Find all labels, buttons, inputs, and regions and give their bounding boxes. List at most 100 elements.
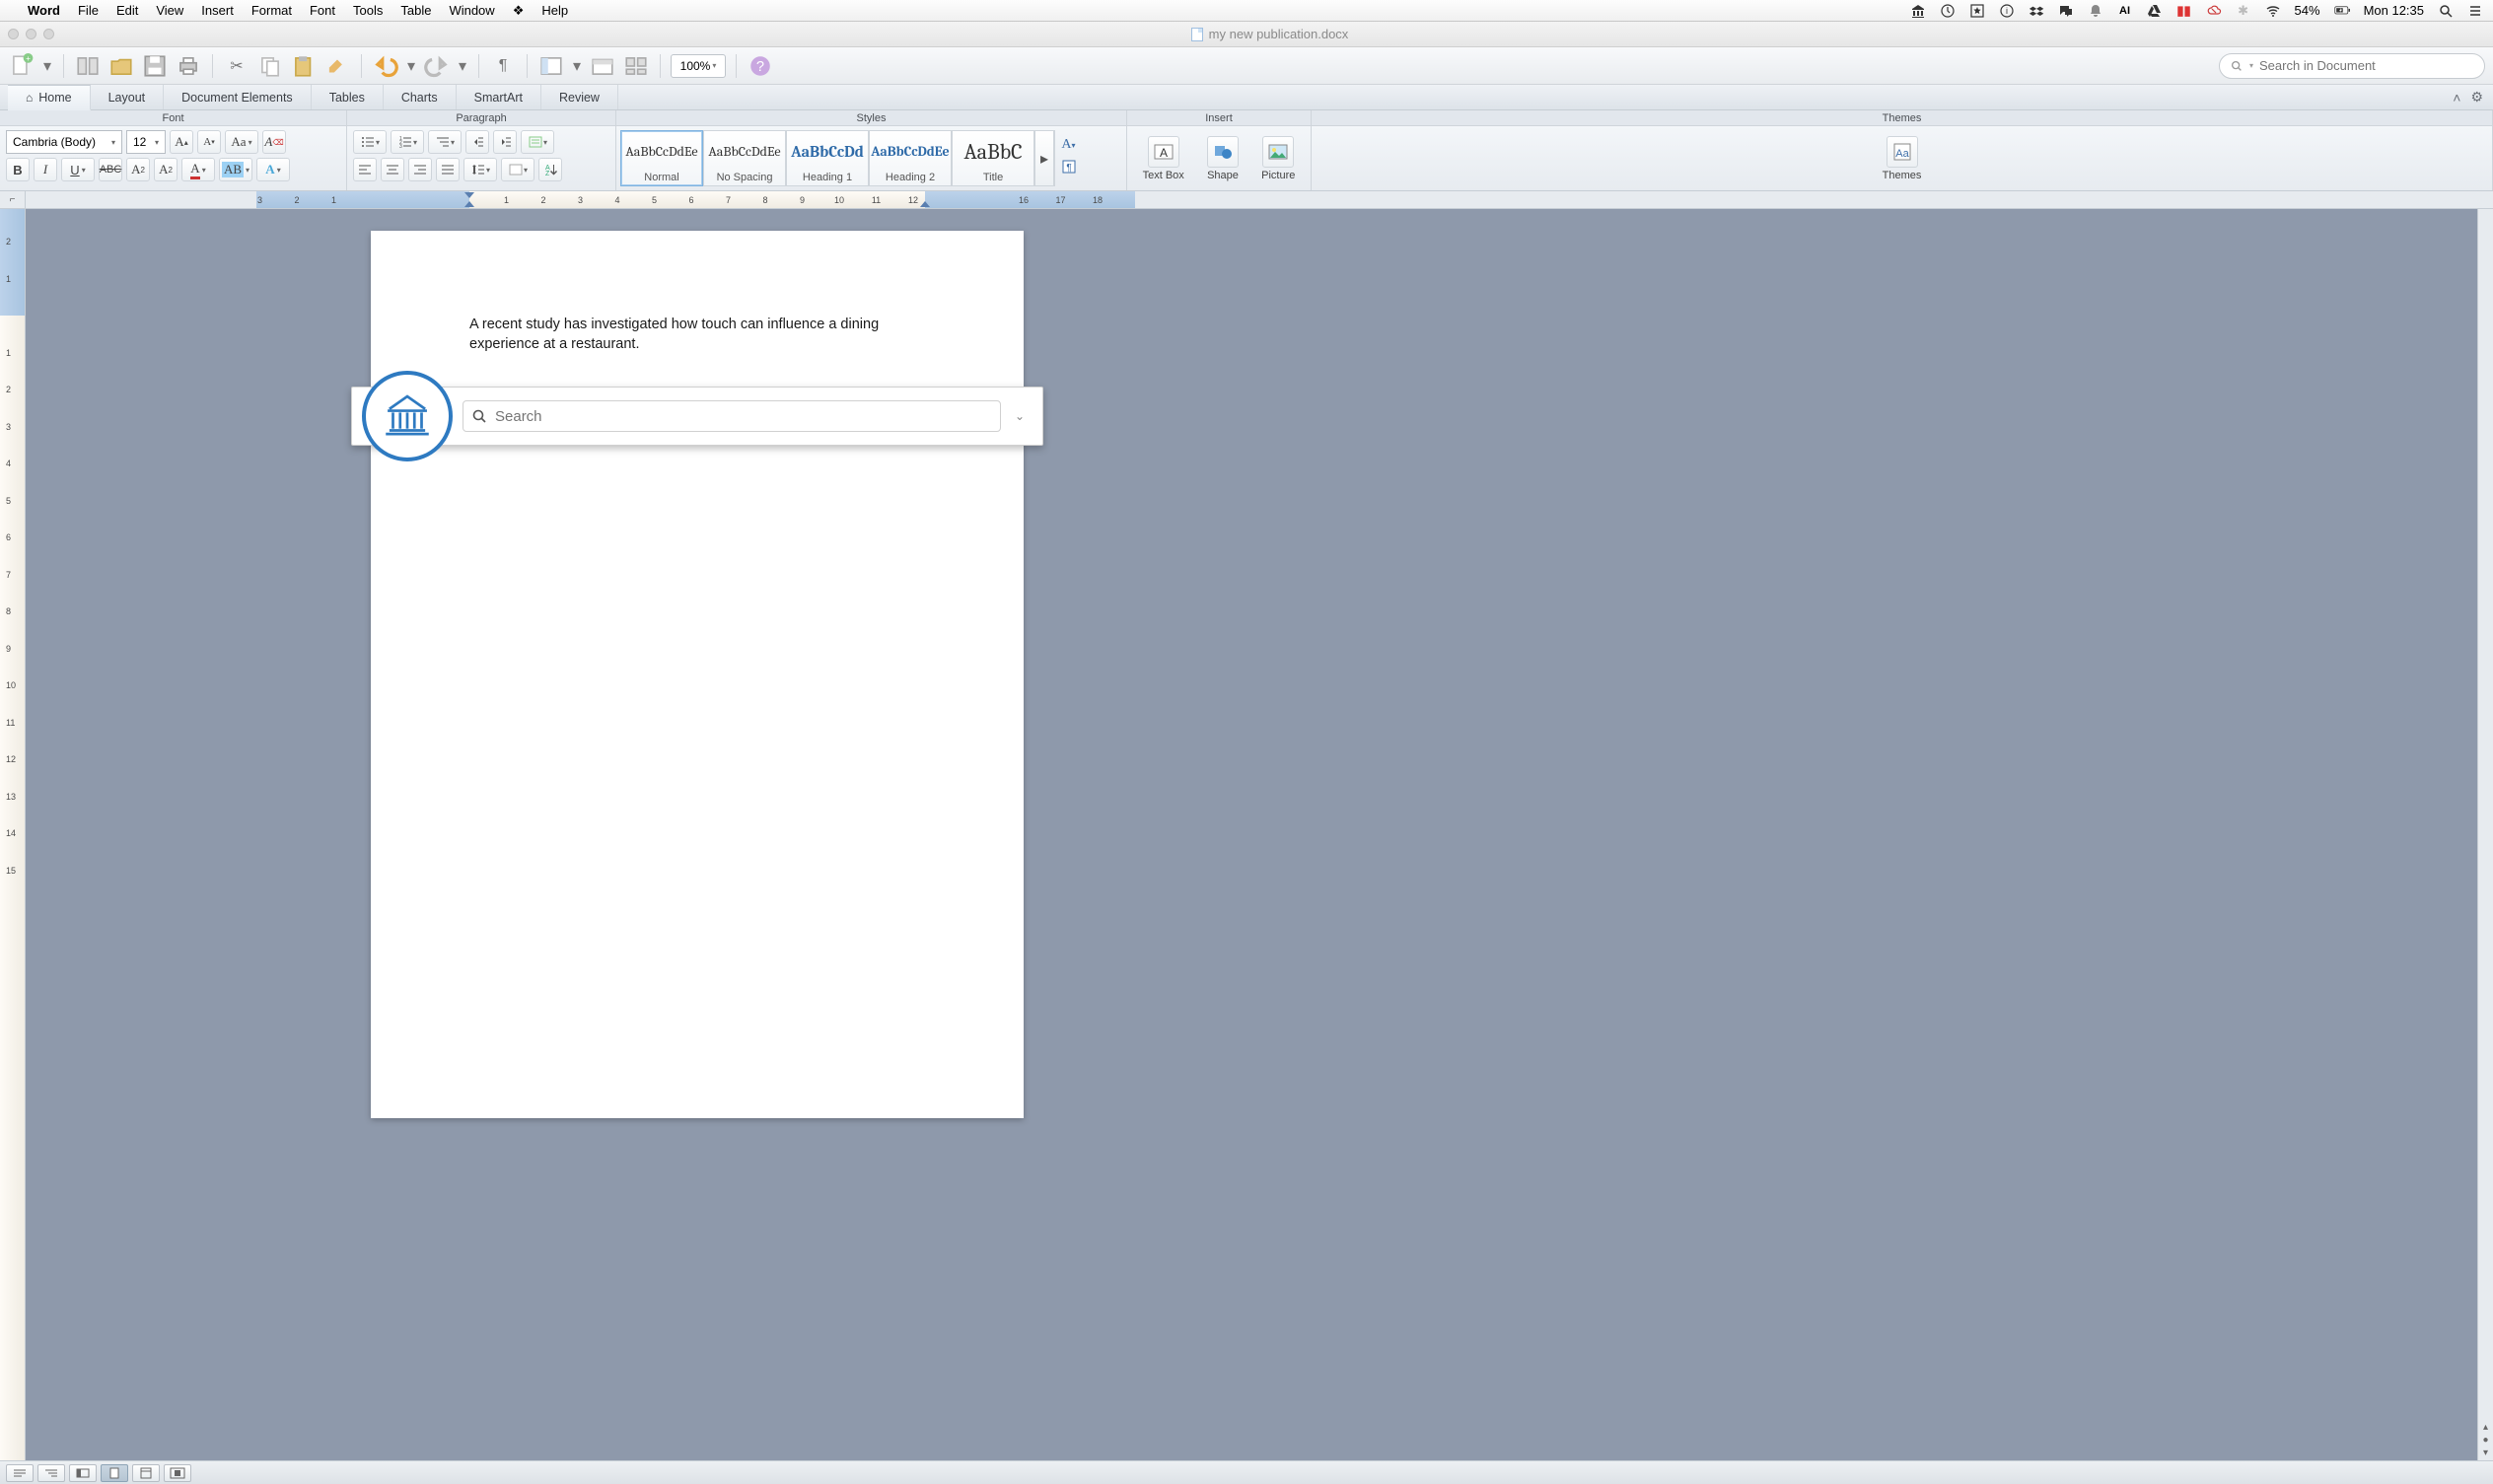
help-button[interactable]: ? (747, 52, 774, 80)
zoom-level[interactable]: 100%▾ (671, 54, 726, 78)
grow-font-button[interactable]: A▴ (170, 130, 193, 154)
cut-button[interactable]: ✂ (223, 52, 250, 80)
menubar-adobe-icon[interactable]: A‌I (2117, 3, 2133, 19)
style-no-spacing[interactable]: AaBbCcDdEeNo Spacing (703, 130, 786, 186)
view-outline-button[interactable] (37, 1464, 65, 1482)
change-case-button[interactable]: Aa▾ (225, 130, 258, 154)
ribbon-tab-review[interactable]: Review (541, 85, 618, 109)
style-normal[interactable]: AaBbCcDdEeNormal (620, 130, 703, 186)
menu-window[interactable]: Window (449, 3, 494, 18)
align-left-button[interactable] (353, 158, 377, 181)
media-browser-button[interactable] (622, 52, 650, 80)
tab-selector[interactable]: ⌐ (0, 191, 26, 208)
subscript-button[interactable]: A2 (154, 158, 178, 181)
highlight-button[interactable]: AB▾ (219, 158, 252, 181)
search-document-input[interactable] (2259, 58, 2474, 73)
menu-tools[interactable]: Tools (353, 3, 383, 18)
menubar-bluetooth-icon[interactable]: ✱ (2236, 3, 2251, 19)
text-effects-button[interactable]: A▾ (256, 158, 290, 181)
styles-pane-toggle[interactable]: ¶ (1061, 159, 1077, 179)
align-justify-button[interactable] (436, 158, 460, 181)
insert-textbox-button[interactable]: A Text Box (1143, 136, 1184, 181)
menubar-notifications-icon[interactable] (2467, 3, 2483, 19)
text-direction-button[interactable]: ▾ (521, 130, 554, 154)
sidebar-dropdown-button[interactable]: ▾ (571, 52, 583, 80)
ribbon-tab-document-elements[interactable]: Document Elements (164, 85, 312, 109)
sort-button[interactable]: AZ (538, 158, 562, 181)
menubar-clock-icon[interactable] (1940, 3, 1956, 19)
view-focus-button[interactable] (164, 1464, 191, 1482)
line-spacing-button[interactable]: ▾ (463, 158, 497, 181)
search-document-field[interactable]: ▾ (2219, 53, 2485, 79)
menu-format[interactable]: Format (251, 3, 292, 18)
menu-table[interactable]: Table (400, 3, 431, 18)
menubar-chat-icon[interactable] (2058, 3, 2074, 19)
show-formatting-button[interactable]: ¶ (489, 52, 517, 80)
insert-picture-button[interactable]: Picture (1261, 136, 1295, 181)
menu-file[interactable]: File (78, 3, 99, 18)
view-publishing-button[interactable] (69, 1464, 97, 1482)
redo-button[interactable] (423, 52, 451, 80)
undo-dropdown-button[interactable]: ▾ (405, 52, 417, 80)
citation-dropdown-button[interactable]: ⌄ (1009, 408, 1031, 424)
align-right-button[interactable] (408, 158, 432, 181)
redo-dropdown-button[interactable]: ▾ (457, 52, 468, 80)
shading-button[interactable]: ▾ (501, 158, 534, 181)
menubar-building-icon[interactable] (1910, 3, 1926, 19)
menubar-spotlight-icon[interactable] (2438, 3, 2454, 19)
templates-button[interactable] (74, 52, 102, 80)
view-notebook-button[interactable] (132, 1464, 160, 1482)
menu-font[interactable]: Font (310, 3, 335, 18)
menu-insert[interactable]: Insert (201, 3, 234, 18)
menubar-star-icon[interactable] (1969, 3, 1985, 19)
zoom-window-button[interactable] (43, 29, 54, 39)
insert-shape-button[interactable]: Shape (1207, 136, 1239, 181)
close-window-button[interactable] (8, 29, 19, 39)
number-list-button[interactable]: 123▾ (391, 130, 424, 154)
ribbon-tab-layout[interactable]: Layout (91, 85, 165, 109)
paste-button[interactable] (290, 52, 318, 80)
italic-button[interactable]: I (34, 158, 57, 181)
format-painter-button[interactable] (323, 52, 351, 80)
open-button[interactable] (107, 52, 135, 80)
view-draft-button[interactable] (6, 1464, 34, 1482)
scroll-down-icon[interactable]: ▾ (2483, 1448, 2488, 1458)
font-color-button[interactable]: A▾ (181, 158, 215, 181)
menubar-wifi-icon[interactable] (2265, 3, 2281, 19)
shrink-font-button[interactable]: A▾ (197, 130, 221, 154)
browse-object-icon[interactable]: ● (2482, 1435, 2488, 1446)
app-menu[interactable]: Word (28, 3, 60, 18)
clear-formatting-button[interactable]: A⌫ (262, 130, 286, 154)
bold-button[interactable]: B (6, 158, 30, 181)
menubar-gdrive-icon[interactable] (2147, 3, 2163, 19)
copy-button[interactable] (256, 52, 284, 80)
menubar-pause-icon[interactable]: ▮▮ (2176, 3, 2192, 19)
ribbon-tab-home[interactable]: ⌂Home (8, 85, 91, 110)
toolbox-button[interactable] (589, 52, 616, 80)
decrease-indent-button[interactable] (465, 130, 489, 154)
ribbon-tab-charts[interactable]: Charts (384, 85, 457, 109)
bullet-list-button[interactable]: ▾ (353, 130, 387, 154)
undo-button[interactable] (372, 52, 399, 80)
new-document-button[interactable]: + (8, 52, 36, 80)
style-title[interactable]: AaBbCTitle (952, 130, 1034, 186)
styles-more-button[interactable]: ▸ (1034, 130, 1054, 186)
print-button[interactable] (175, 52, 202, 80)
ribbon-settings-button[interactable]: ⚙ (2470, 89, 2483, 106)
quick-styles-button[interactable]: A▾ (1061, 137, 1075, 153)
menu-edit[interactable]: Edit (116, 3, 138, 18)
menubar-info-icon[interactable]: i (1999, 3, 2015, 19)
superscript-button[interactable]: A2 (126, 158, 150, 181)
citation-search-field[interactable] (463, 400, 1001, 432)
document-page[interactable]: A recent study has investigated how touc… (371, 231, 1024, 1118)
themes-button[interactable]: Aa Themes (1883, 136, 1922, 181)
view-print-layout-button[interactable] (101, 1464, 128, 1482)
ribbon-tab-tables[interactable]: Tables (312, 85, 384, 109)
menubar-battery-icon[interactable] (2334, 3, 2350, 19)
menubar-bell-icon[interactable] (2088, 3, 2103, 19)
vertical-ruler[interactable]: 21123456789101112131415 (0, 209, 26, 1460)
horizontal-ruler[interactable]: ⌐ 3211234567891011121314161718 (0, 191, 2493, 209)
citation-search-input[interactable] (495, 408, 992, 425)
new-dropdown-button[interactable]: ▾ (41, 52, 53, 80)
sidebar-toggle-button[interactable] (537, 52, 565, 80)
